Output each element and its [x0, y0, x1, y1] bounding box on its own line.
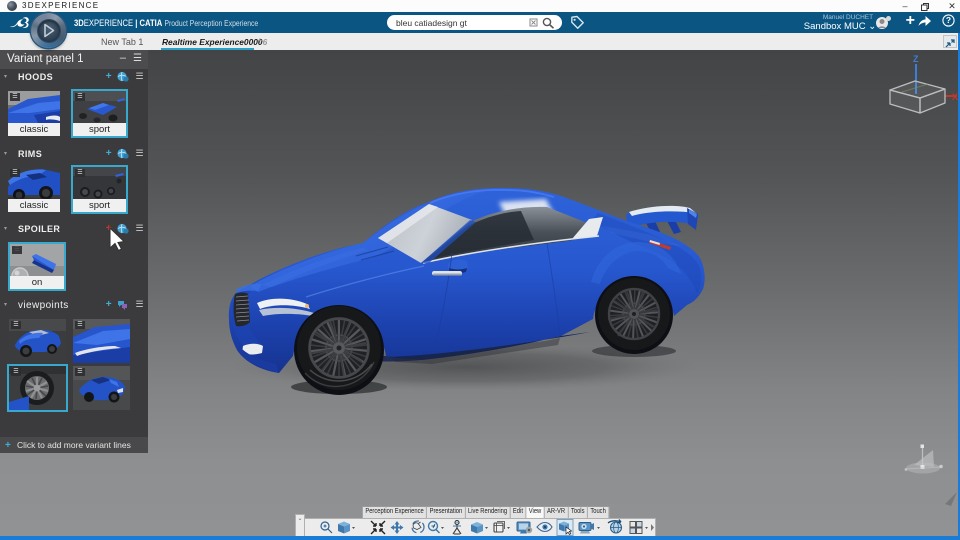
svg-text:Z: Z [913, 54, 919, 64]
svg-text:?: ? [946, 15, 951, 25]
